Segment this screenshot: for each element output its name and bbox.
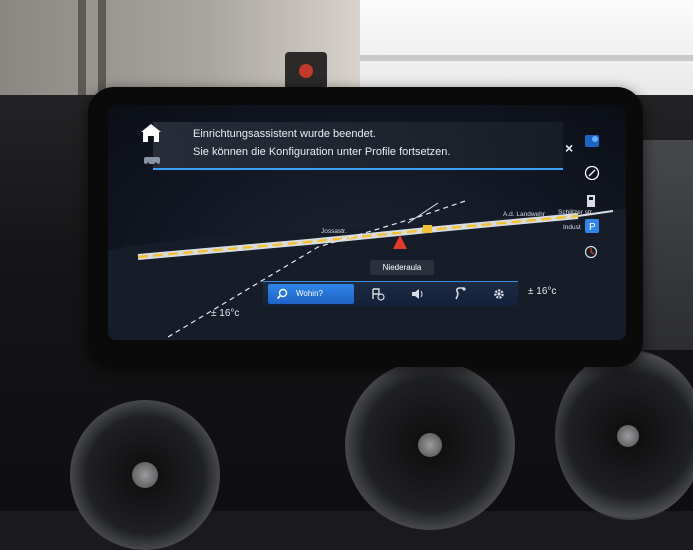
notification-line-1: Einrichtungsassistent wurde beendet. [193,128,376,140]
svg-text:P: P [589,222,596,233]
street-label: Indust [563,224,581,231]
settings-gear-icon[interactable] [492,287,506,301]
air-vent-right [555,350,693,520]
wohin-search-button[interactable]: Wohin? [268,284,354,304]
poi-icon[interactable] [371,287,385,301]
window-frame [360,55,693,61]
home-icon[interactable] [138,120,164,146]
wall-signal-light [285,52,327,92]
air-vent-left [70,400,220,550]
route-icon[interactable] [453,287,467,301]
wohin-label: Wohin? [296,289,323,298]
compass-icon[interactable] [584,165,600,181]
street-label: Schlitzer str. [558,209,594,216]
volume-icon[interactable] [411,287,425,301]
current-location-label: Niederaula [370,260,434,275]
bottom-toolbar: Wohin? [263,281,518,306]
car-settings-icon[interactable] [143,153,161,166]
notification-accent [153,168,563,170]
satellite-icon[interactable] [584,133,600,149]
close-icon[interactable]: × [565,140,573,156]
road-sign-marker [423,225,432,233]
street-label: Jossastr. [321,228,347,235]
temperature-left[interactable]: ± 16°c [211,308,239,319]
infotainment-screen: Einrichtungsassistent wurde beendet. Sie… [108,105,626,340]
temperature-right[interactable]: ± 16°c [528,286,556,297]
search-icon [276,288,288,300]
notification-line-2: Sie können die Konfiguration unter Profi… [193,146,451,158]
fuel-icon[interactable] [584,193,600,209]
street-label: A.d. Landwehr [503,211,545,218]
air-vent-center [345,360,515,530]
view-3d-icon[interactable] [584,245,600,261]
parking-icon[interactable]: P [584,218,600,234]
notification-banner[interactable]: Einrichtungsassistent wurde beendet. Sie… [153,122,563,170]
